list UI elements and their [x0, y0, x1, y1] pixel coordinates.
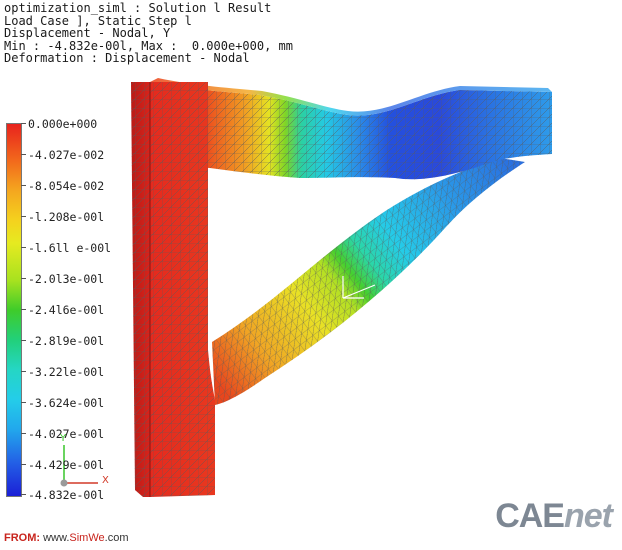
header-line-solution: optimization_siml : Solution l Result — [4, 1, 272, 15]
legend-tick-mark — [21, 494, 26, 495]
legend-tick-mark — [21, 402, 26, 403]
legend-tick-label: -l.6ll e-00l — [28, 241, 112, 255]
credit-url-suffix: .com — [104, 532, 129, 544]
credit-url-highlight: SimWe — [69, 532, 105, 544]
legend-tick-label: 0.000e+000 — [28, 117, 98, 131]
column-mesh — [131, 82, 215, 497]
source-credit: FROM: www.SimWe.com — [4, 532, 128, 544]
legend-tick-mark — [21, 371, 26, 372]
legend-tick-label: -8.054e-002 — [28, 179, 105, 193]
legend-tick-label: -3.22le-00l — [28, 365, 105, 379]
legend-tick-mark — [21, 464, 26, 465]
legend-tick-label: -2.8l9e-00l — [28, 334, 105, 348]
legend-tick-mark — [21, 123, 26, 124]
legend-tick-mark — [21, 340, 26, 341]
legend-tick-mark — [21, 216, 26, 217]
credit-url-prefix: www. — [43, 532, 70, 544]
legend-tick-label: -4.832e-00l — [28, 488, 105, 502]
axis-x-label: X — [102, 475, 109, 486]
axis-y-label: Y — [60, 433, 67, 444]
result-header: optimization_siml : Solution l Result Lo… — [4, 2, 293, 65]
header-line-result-type: Displacement - Nodal, Y — [4, 26, 171, 40]
legend-tick-mark — [21, 278, 26, 279]
logo-cae-text: CAE — [495, 497, 565, 535]
legend-tick-mark — [21, 185, 26, 186]
header-line-deformation: Deformation : Displacement - Nodal — [4, 51, 250, 65]
legend-tick-label: -4.429e-00l — [28, 458, 105, 472]
caenet-logo: CAEnet — [495, 497, 613, 536]
legend-tick-mark — [21, 433, 26, 434]
legend-tick-label: -2.4l6e-00l — [28, 303, 105, 317]
legend-tick-mark — [21, 154, 26, 155]
credit-from-label: FROM: — [4, 532, 41, 544]
diagonal-strut-mesh — [212, 158, 525, 405]
legend-tick-mark — [21, 247, 26, 248]
legend-tick-label: -2.0l3e-00l — [28, 272, 105, 286]
legend-tick-label: -4.027e-002 — [28, 148, 105, 162]
legend-tick-mark — [21, 309, 26, 310]
legend-tick-label: -3.624e-00l — [28, 396, 105, 410]
logo-net-text: net — [564, 497, 613, 535]
color-legend-bar — [6, 123, 22, 497]
legend-tick-label: -l.208e-00l — [28, 210, 105, 224]
